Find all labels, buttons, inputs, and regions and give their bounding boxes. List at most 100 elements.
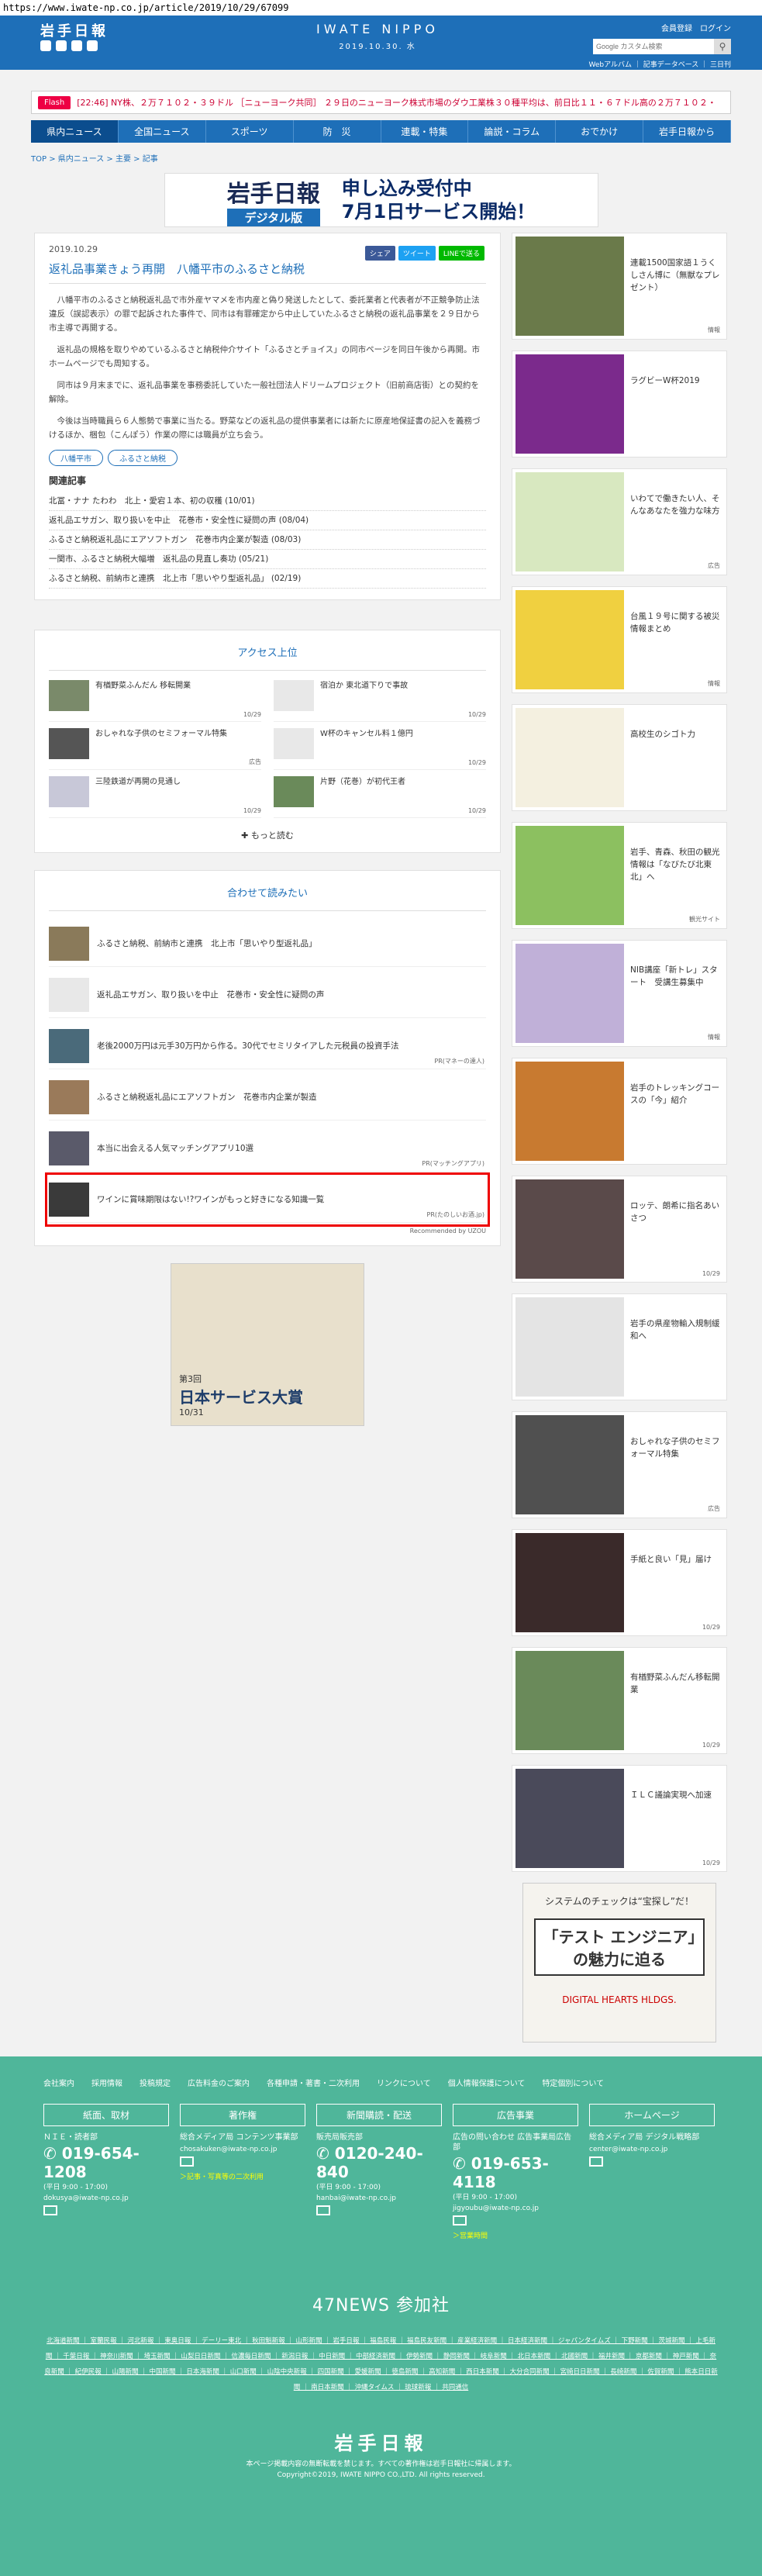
- sidebar-ad[interactable]: システムのチェックは“宝探し”だ！ 「テスト エンジニア」の魅力に迫る DIGI…: [522, 1883, 716, 2042]
- sidebar-thumb: [515, 708, 624, 807]
- sidebar-item[interactable]: おしゃれな子供のセミフォーマル特集 広告: [512, 1411, 727, 1518]
- nav-series[interactable]: 連載・特集: [381, 120, 469, 143]
- footer-link[interactable]: 採用情報: [91, 2077, 122, 2088]
- tag-hachimantai[interactable]: 八幡平市: [49, 450, 103, 466]
- mail-icon[interactable]: [316, 2205, 330, 2215]
- instagram-icon[interactable]: [87, 40, 98, 51]
- mail-icon[interactable]: [180, 2156, 194, 2167]
- contact-email[interactable]: center@iwate-np.co.jp: [589, 2146, 715, 2153]
- nav-national-news[interactable]: 全国ニュース: [119, 120, 206, 143]
- contact-col: 紙面、取材 ＮＩＥ・読者部 ✆ 019-654-1208 (平日 9:00 - 17:…: [43, 2104, 169, 2240]
- recommend-pr: PR(たのしいお酒.jp): [426, 1211, 484, 1218]
- contact-link[interactable]: ＞記事・写真等の二次利用: [180, 2171, 305, 2181]
- sub-links[interactable]: Webアルバム ｜ 記事データベース ｜ 三日刊: [588, 59, 731, 69]
- nav-sports[interactable]: スポーツ: [206, 120, 294, 143]
- recommend-item[interactable]: ふるさと納税返礼品にエアソフトガン 花巻市内企業が製造: [49, 1074, 486, 1121]
- partner-papers[interactable]: 北海道新聞 ｜ 室蘭民報 ｜ 河北新報 ｜ 東奥日報 ｜ デーリー東北 ｜ 秋田…: [44, 2333, 719, 2395]
- sidebar-item[interactable]: ＩＬＣ議論実現へ加速 10/29: [512, 1765, 727, 1872]
- nav-outing[interactable]: おでかけ: [556, 120, 644, 143]
- tweet-button[interactable]: ツイート: [398, 246, 436, 261]
- sidebar-item[interactable]: ラグビーW杯2019: [512, 350, 727, 458]
- site-logo[interactable]: 岩手日報: [40, 20, 109, 40]
- ranking-item[interactable]: W杯のキャンセル料１億円 10/29: [274, 728, 486, 770]
- login-link[interactable]: ログイン: [700, 25, 731, 33]
- footer-link[interactable]: 会社案内: [43, 2077, 74, 2088]
- sidebar-item[interactable]: 岩手の県産物輸入規制緩和へ: [512, 1293, 727, 1400]
- footer-link[interactable]: 特定個別について: [542, 2077, 604, 2088]
- breadcrumb[interactable]: TOP > 県内ニュース > 主要 > 記事: [31, 152, 731, 164]
- sidebar-item[interactable]: 連載1500国家語１うくしさん博に（無獣なプレゼント） 情報: [512, 233, 727, 340]
- sidebar-item[interactable]: 手紙と良い「見」届け 10/29: [512, 1529, 727, 1636]
- ranking-item[interactable]: 有楢野菜ふんだん 移転開業 10/29: [49, 680, 261, 722]
- footer-link[interactable]: 投稿規定: [140, 2077, 171, 2088]
- sidebar-item[interactable]: いわてで働きたい人、そんなあなたを強力な味方 広告: [512, 468, 727, 575]
- sidebar-item[interactable]: 岩手のトレッキングコースの「今」紹介: [512, 1058, 727, 1165]
- related-link[interactable]: ふるさと納税、前納市と連携 北上市「思いやり型返礼品」 (02/19): [49, 569, 486, 589]
- address-bar[interactable]: https://www.iwate-np.co.jp/article/2019/…: [0, 0, 762, 16]
- footer-link[interactable]: 各種申請・著書・二次利用: [267, 2077, 360, 2088]
- recommend-item[interactable]: ふるさと納税、前納市と連携 北上市「思いやり型返礼品」: [49, 920, 486, 967]
- contact-phone[interactable]: ✆ 0120-240-840: [316, 2144, 442, 2181]
- digital-banner[interactable]: 岩手日報 デジタル版 申し込み受付中 7月1日サービス開始！: [164, 173, 598, 227]
- service-award-ad[interactable]: 第3回 日本サービス大賞 10/31: [171, 1263, 364, 1426]
- tag-furusato[interactable]: ふるさと納税: [108, 450, 178, 466]
- mail-icon[interactable]: [453, 2215, 467, 2226]
- footer-logo[interactable]: 岩手日報: [0, 2428, 762, 2455]
- sidebar-text: 台風１９号に関する被災情報まとめ: [630, 612, 720, 634]
- recommend-item[interactable]: 老後2000万円は元手30万円から作る。30代でセミリタイアした元税員の投資手法…: [49, 1023, 486, 1069]
- search-icon[interactable]: ⚲: [714, 39, 731, 54]
- mail-icon[interactable]: [589, 2156, 603, 2167]
- contact-email[interactable]: hanbai@iwate-np.co.jp: [316, 2194, 442, 2202]
- recommend-item-highlighted[interactable]: ワインに賞味期限はない!?ワインがもっと好きになる知識一覧 PR(たのしいお酒.j…: [45, 1172, 490, 1227]
- contact-label: 販売局販売部: [316, 2133, 363, 2142]
- ticker-text[interactable]: [22:46] NY株、２万７１０２・３９ドル ［ニューヨーク共同］ ２９日のニ…: [77, 96, 716, 109]
- sidebar-item[interactable]: 岩手、青森、秋田の観光情報は「なびたび北東北」へ 観光サイト: [512, 822, 727, 929]
- sidebar-item[interactable]: 台風１９号に関する被災情報まとめ 情報: [512, 586, 727, 693]
- ranking-thumb: [49, 776, 89, 807]
- line-share-button[interactable]: LINEで送る: [438, 246, 484, 261]
- register-link[interactable]: 会員登録: [661, 25, 692, 33]
- recommend-item[interactable]: 返礼品エサガン、取り扱いを中止 花巻市・安全性に疑問の声: [49, 972, 486, 1018]
- access-ranking: アクセス上位 有楢野菜ふんだん 移転開業 10/29 宿泊か 東北道下りで事故 10…: [34, 630, 501, 853]
- contact-heading: 新聞購読・配送: [316, 2104, 442, 2126]
- footer-link[interactable]: 個人情報保護について: [448, 2077, 526, 2088]
- footer-link[interactable]: リンクについて: [377, 2077, 431, 2088]
- recommend-section: 合わせて読みたい ふるさと納税、前納市と連携 北上市「思いやり型返礼品」 返礼品…: [34, 870, 501, 1246]
- sidebar-item[interactable]: NIB講座「新トレ」スタート 受講生募集中 情報: [512, 940, 727, 1047]
- sidebar-item[interactable]: 高校生のシゴト力: [512, 704, 727, 811]
- related-link[interactable]: 一関市、ふるさと納税大幅増 返礼品の見直し奏功 (05/21): [49, 550, 486, 569]
- line-icon[interactable]: [71, 40, 82, 51]
- related-link[interactable]: 返礼品エサガン、取り扱いを中止 花巻市・安全性に疑問の声 (08/04): [49, 511, 486, 530]
- recommend-item[interactable]: 本当に出会える人気マッチングアプリ10選 PR(マッチングアプリ): [49, 1125, 486, 1172]
- copyright: Copyright©2019, IWATE NIPPO CO.,LTD. All…: [277, 2471, 485, 2479]
- facebook-share-button[interactable]: シェア: [364, 246, 395, 261]
- ranking-item[interactable]: 三陸鉄道が再開の見通し 10/29: [49, 776, 261, 818]
- contact-email[interactable]: jigyoubu@iwate-np.co.jp: [453, 2205, 578, 2212]
- contact-phone[interactable]: ✆ 019-653-4118: [453, 2154, 578, 2191]
- sidebar-meta: 情報: [708, 1034, 720, 1041]
- facebook-icon[interactable]: [56, 40, 67, 51]
- related-link[interactable]: ふるさと納税返礼品にエアソフトガン 花巻市内企業が製造 (08/03): [49, 530, 486, 550]
- ranking-item[interactable]: おしゃれな子供のセミフォーマル特集 広告: [49, 728, 261, 770]
- mail-icon[interactable]: [43, 2205, 57, 2215]
- search-input[interactable]: [593, 39, 714, 54]
- sidebar-text: 連載1500国家語１うくしさん博に（無獣なプレゼント）: [630, 258, 720, 292]
- sidebar-item[interactable]: ロッテ、朗希に指名あいさつ 10/29: [512, 1176, 727, 1283]
- account-links: 会員登録 ログイン: [661, 22, 731, 33]
- ranking-item[interactable]: 宿泊か 東北道下りで事故 10/29: [274, 680, 486, 722]
- sidebar-item[interactable]: 有楢野菜ふんだん移転開業 10/29: [512, 1647, 727, 1754]
- footer-link[interactable]: 広告料金のご案内: [188, 2077, 250, 2088]
- nav-disaster[interactable]: 防 災: [294, 120, 381, 143]
- contact-phone[interactable]: ✆ 019-654-1208: [43, 2144, 169, 2181]
- twitter-icon[interactable]: [40, 40, 51, 51]
- nav-column[interactable]: 論説・コラム: [468, 120, 557, 143]
- nav-from-iwate[interactable]: 岩手日報から: [643, 120, 731, 143]
- read-more-button[interactable]: ✚ もっと読む: [49, 829, 486, 841]
- nav-prefecture-news[interactable]: 県内ニュース: [31, 120, 119, 143]
- ranking-title: 片野（花巻）が初代王者: [320, 778, 405, 786]
- contact-email[interactable]: chosakuken@iwate-np.co.jp: [180, 2146, 305, 2153]
- related-link[interactable]: 北冨・ナナ たわわ 北上・愛宕１本、初の収穫 (10/01): [49, 492, 486, 511]
- contact-link[interactable]: ＞営業時間: [453, 2230, 578, 2240]
- contact-email[interactable]: dokusya@iwate-np.co.jp: [43, 2194, 169, 2202]
- ranking-item[interactable]: 片野（花巻）が初代王者 10/29: [274, 776, 486, 818]
